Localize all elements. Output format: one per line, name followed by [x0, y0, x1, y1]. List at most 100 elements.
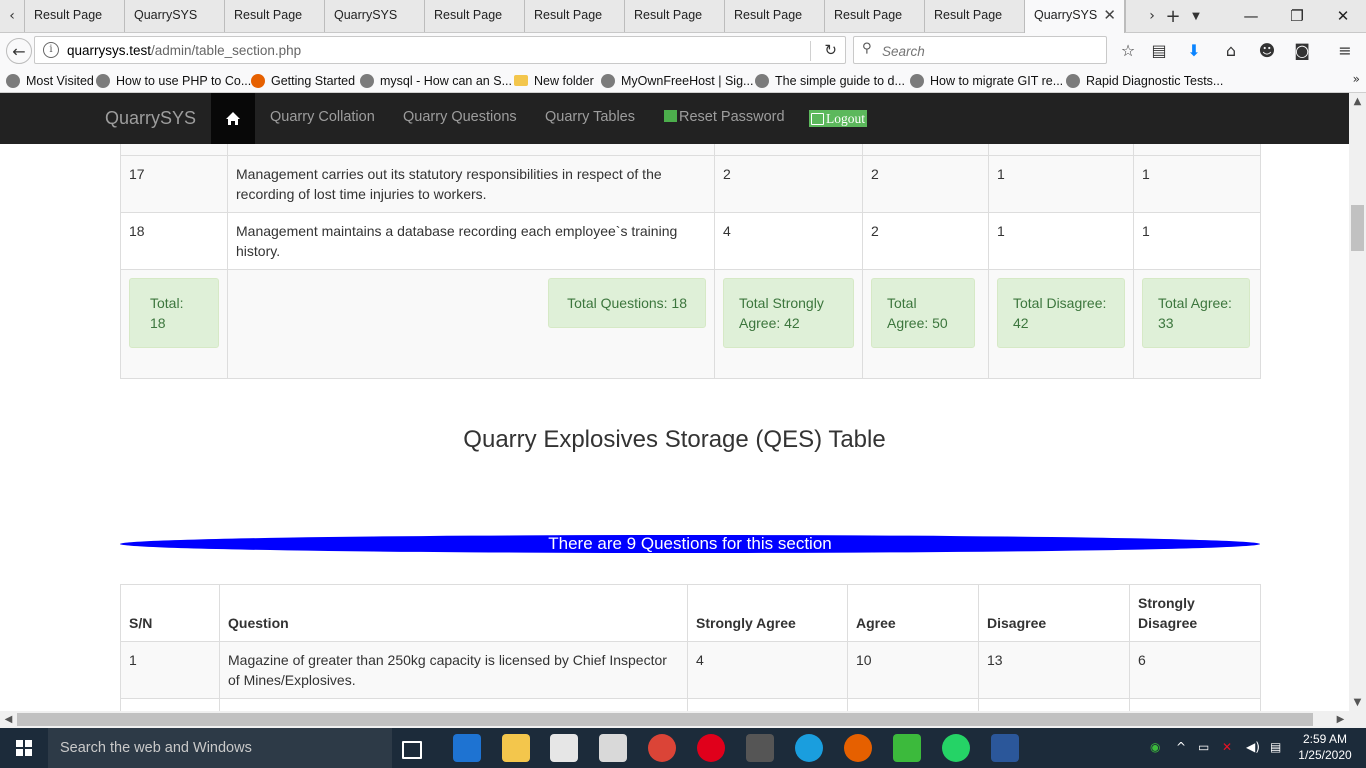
sublime-text-icon[interactable]: [746, 734, 774, 762]
strongly-agree-cell: 4: [714, 212, 863, 270]
chrome-icon[interactable]: [648, 734, 676, 762]
vertical-scroll-thumb[interactable]: [1351, 205, 1364, 251]
more-bookmarks-icon[interactable]: »: [1353, 72, 1360, 86]
hotspot-icon[interactable]: [893, 734, 921, 762]
url-text[interactable]: quarrysys.test/admin/table_section.php: [67, 43, 301, 58]
nav-quarry-collation[interactable]: Quarry Collation: [270, 109, 375, 125]
network-icon[interactable]: ✕: [1222, 740, 1232, 754]
browser-tab[interactable]: QuarrySYS: [124, 0, 224, 32]
close-window-icon[interactable]: ✕: [1320, 0, 1366, 32]
table-row: [120, 698, 1261, 711]
notifications-icon[interactable]: ▤: [1270, 740, 1281, 754]
browser-tab[interactable]: Result Page: [924, 0, 1024, 32]
menu-icon[interactable]: ≡: [1333, 37, 1357, 63]
taskbar-search[interactable]: Search the web and Windows: [48, 728, 392, 768]
bookmark-item[interactable]: New folder: [514, 72, 594, 89]
bookmark-item[interactable]: The simple guide to d...: [755, 72, 905, 89]
file-explorer-icon[interactable]: [502, 734, 530, 762]
search-input[interactable]: [880, 40, 1094, 62]
gear-icon: [755, 73, 769, 88]
sn-cell: 1: [120, 641, 220, 699]
question-cell: Management maintains a database recordin…: [227, 212, 715, 270]
whatsapp-icon[interactable]: [942, 734, 970, 762]
scroll-down-icon[interactable]: ▼: [1349, 694, 1366, 711]
nav-quarry-tables[interactable]: Quarry Tables: [545, 109, 635, 125]
table-row: 1 Magazine of greater than 250kg capacit…: [120, 641, 1261, 699]
address-bar[interactable]: i quarrysys.test/admin/table_section.php…: [34, 36, 846, 64]
browser-tab-active[interactable]: QuarrySYS ✕: [1024, 0, 1125, 33]
browser-tab-partial[interactable]: [1125, 0, 1139, 32]
total-strongly-agree-box: Total Strongly Agree: 42: [723, 278, 854, 348]
close-tab-icon[interactable]: ✕: [1103, 6, 1116, 24]
bookmark-item[interactable]: MyOwnFreeHost | Sig...: [601, 72, 753, 89]
home-icon[interactable]: ⌂: [1219, 37, 1243, 63]
url-path: /admin/table_section.php: [151, 43, 302, 58]
browser-tab[interactable]: Result Page: [524, 0, 624, 32]
show-hidden-icons-chevron-icon[interactable]: ^: [1176, 740, 1186, 754]
bookmark-item[interactable]: How to use PHP to Co...: [96, 72, 251, 89]
bookmark-label: The simple guide to d...: [775, 73, 905, 88]
edge-icon[interactable]: [453, 734, 481, 762]
app-icon[interactable]: [795, 734, 823, 762]
browser-tab[interactable]: Result Page: [424, 0, 524, 32]
search-icon: ⚲: [862, 41, 872, 56]
sn-cell: [120, 698, 220, 711]
bookmark-label: MyOwnFreeHost | Sig...: [621, 73, 754, 88]
download-icon[interactable]: ⬇: [1182, 37, 1206, 63]
volume-icon[interactable]: ◀): [1246, 740, 1260, 754]
disagree-cell: [978, 698, 1130, 711]
site-brand[interactable]: QuarrySYS: [105, 108, 196, 129]
horizontal-scrollbar[interactable]: ◀ ▶: [0, 711, 1349, 728]
browser-tab[interactable]: Result Page: [724, 0, 824, 32]
reload-icon[interactable]: ↻: [824, 41, 837, 59]
browser-tab[interactable]: Result Page: [624, 0, 724, 32]
tab-label: QuarrySYS: [134, 8, 198, 22]
account-icon[interactable]: ☻: [1255, 37, 1279, 63]
bookmark-item[interactable]: Most Visited: [6, 72, 94, 89]
browser-tab[interactable]: Result Page: [824, 0, 924, 32]
horizontal-scroll-thumb[interactable]: [17, 713, 1313, 726]
browser-tab[interactable]: Result Page: [224, 0, 324, 32]
minimize-icon[interactable]: —: [1228, 0, 1274, 32]
browser-tab[interactable]: Result Page: [24, 0, 124, 32]
wifi-tray-icon[interactable]: ◉: [1150, 740, 1160, 754]
bookmark-item[interactable]: mysql - How can an S...: [360, 72, 512, 89]
opera-icon[interactable]: [697, 734, 725, 762]
vertical-scrollbar[interactable]: ▲ ▼: [1349, 93, 1366, 711]
nav-quarry-questions[interactable]: Quarry Questions: [403, 109, 517, 125]
info-icon[interactable]: i: [43, 42, 59, 58]
total-strongly-agree-cell: Total Strongly Agree: 42: [714, 269, 863, 379]
store-icon[interactable]: [550, 734, 578, 762]
nav-reset-password[interactable]: Reset Password: [664, 109, 785, 125]
new-tab-icon[interactable]: +: [1162, 0, 1184, 32]
word-icon[interactable]: [991, 734, 1019, 762]
tab-scroll-left-icon[interactable]: ‹: [0, 0, 24, 32]
logout-button[interactable]: Logout: [809, 110, 867, 127]
tab-list-chevron-icon[interactable]: ▼: [1186, 0, 1206, 32]
home-nav-item[interactable]: [211, 93, 255, 144]
tab-label: Result Page: [634, 8, 703, 22]
scroll-right-icon[interactable]: ▶: [1332, 711, 1349, 728]
mail-icon[interactable]: [599, 734, 627, 762]
clock-date: 1/25/2020: [1298, 748, 1352, 762]
site-navbar: QuarrySYS Quarry Collation Quarry Questi…: [0, 93, 1349, 144]
bookmark-item[interactable]: Getting Started: [251, 72, 355, 89]
back-arrow-icon[interactable]: ←: [6, 38, 32, 64]
browser-tab[interactable]: QuarrySYS: [324, 0, 424, 32]
start-button[interactable]: [0, 728, 48, 768]
bookmark-item[interactable]: Rapid Diagnostic Tests...: [1066, 72, 1223, 89]
taskbar-clock[interactable]: 2:59 AM 1/25/2020: [1290, 731, 1360, 763]
library-icon[interactable]: ▤: [1147, 37, 1171, 63]
pocket-icon[interactable]: ◙: [1290, 37, 1314, 63]
battery-icon[interactable]: ▭: [1198, 740, 1209, 754]
restore-icon[interactable]: ❐: [1274, 0, 1320, 32]
scroll-left-icon[interactable]: ◀: [0, 711, 17, 728]
bookmark-star-icon[interactable]: ☆: [1116, 37, 1140, 63]
tab-scroll-right-icon[interactable]: ›: [1140, 0, 1164, 32]
firefox-taskbar-icon[interactable]: [844, 734, 872, 762]
search-box[interactable]: ⚲: [853, 36, 1107, 64]
bookmark-item[interactable]: How to migrate GIT re...: [910, 72, 1063, 89]
tab-strip: ‹ Result Page QuarrySYS Result Page Quar…: [0, 0, 1366, 33]
scroll-up-icon[interactable]: ▲: [1349, 93, 1366, 110]
task-view-icon[interactable]: [402, 741, 422, 759]
